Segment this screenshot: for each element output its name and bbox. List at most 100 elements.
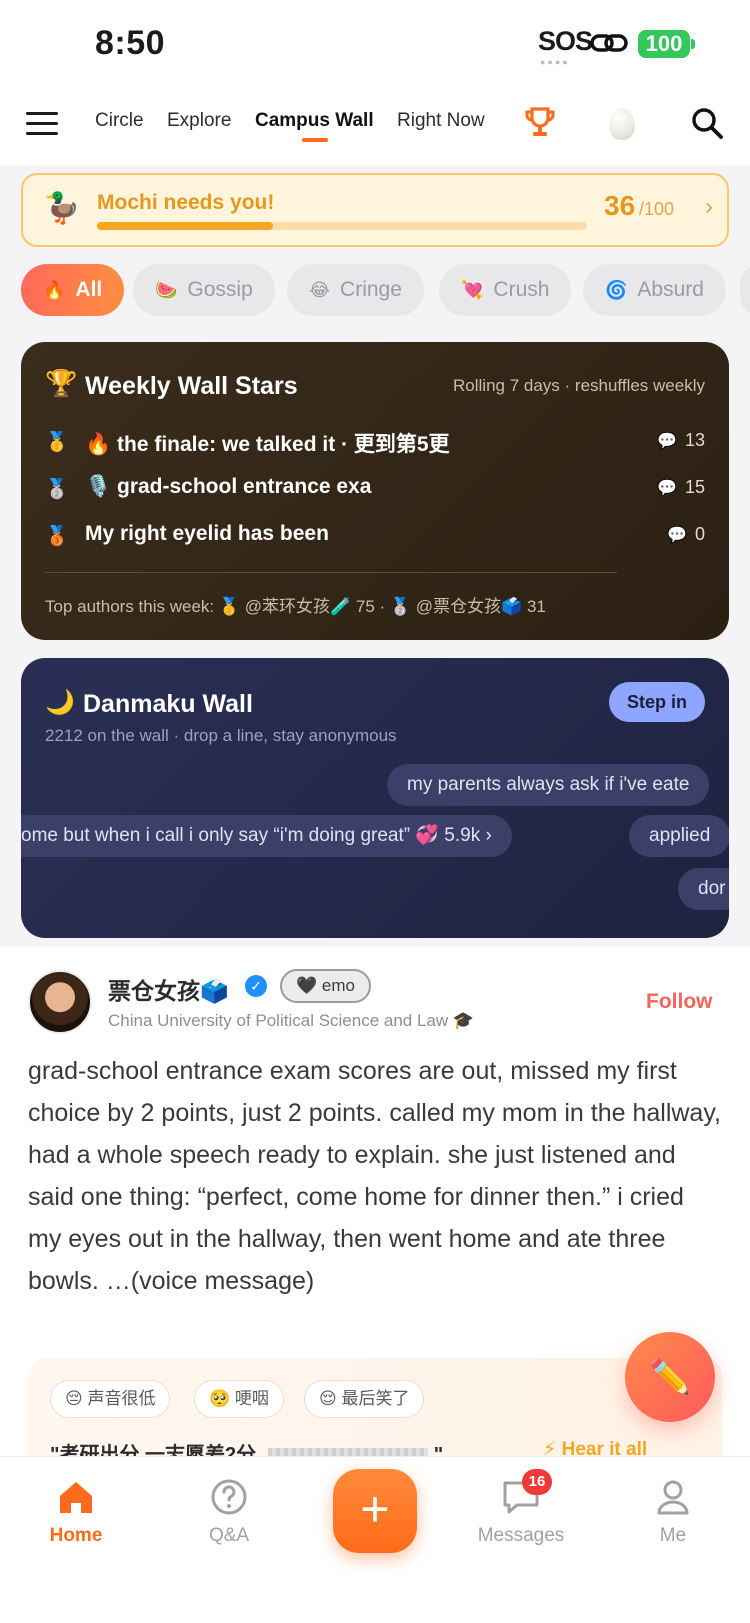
- comment-count: 💬 13: [657, 430, 705, 451]
- heart-arrow-icon: 💘: [461, 280, 484, 300]
- moon-icon: 🌙: [45, 689, 75, 716]
- add-post-button[interactable]: +: [333, 1469, 417, 1553]
- category-chip-absurd[interactable]: 🌀 Absurd: [583, 264, 726, 316]
- weekly-stars-title: Weekly Wall Stars: [85, 372, 298, 400]
- nav-home[interactable]: Home: [16, 1477, 136, 1547]
- comment-bubble-icon: 💬: [657, 433, 677, 450]
- chip-label: Gossip: [187, 278, 253, 301]
- chip-label: Absurd: [637, 278, 704, 301]
- danmaku-message[interactable]: applied: [629, 815, 729, 857]
- post-body[interactable]: grad-school entrance exam scores are out…: [28, 1050, 724, 1302]
- star-post-text: My right eyelid has been: [85, 522, 329, 545]
- nav-me[interactable]: Me: [613, 1477, 733, 1547]
- microphone-icon: 🎙️: [85, 475, 112, 498]
- question-circle-icon: [211, 1479, 247, 1515]
- weekly-wall-stars-card[interactable]: 🏆 Weekly Wall Stars Rolling 7 days · res…: [21, 342, 729, 640]
- danmaku-message[interactable]: ome but when i call i only say “i'm doin…: [21, 815, 512, 857]
- chip-label: All: [75, 278, 103, 301]
- laughing-icon: 😂: [309, 280, 331, 300]
- weekly-stars-subtitle: Rolling 7 days · reshuffles weekly: [453, 376, 705, 395]
- egg-icon[interactable]: [609, 108, 635, 140]
- active-tab-indicator: [302, 138, 328, 142]
- trophy-icon: 🏆: [45, 368, 78, 398]
- tab-campus-wall[interactable]: Campus Wall: [255, 110, 374, 132]
- author-school: China University of Political Science an…: [108, 1011, 475, 1030]
- comment-bubble-icon: 💬: [657, 480, 677, 497]
- tab-right-now[interactable]: Right Now: [397, 110, 485, 132]
- divider: [45, 572, 617, 573]
- voice-mood-chip[interactable]: 🥺 哽咽: [194, 1380, 284, 1418]
- star-post-text: grad-school entrance exa: [117, 475, 372, 498]
- danmaku-wall-card[interactable]: 🌙 Danmaku Wall 2212 on the wall · drop a…: [21, 658, 729, 938]
- spiral-icon: 🌀: [605, 280, 628, 300]
- sos-indicator: SOS: [538, 26, 593, 56]
- battery-tip: [691, 39, 695, 49]
- star-post-text: the finale: we talked it · 更到第5更: [117, 433, 450, 456]
- fire-icon: 🔥: [85, 433, 112, 456]
- voice-mood-chip[interactable]: 😌 最后笑了: [304, 1380, 425, 1418]
- signal-dots-icon: ●●●●: [540, 57, 570, 67]
- tab-explore[interactable]: Explore: [167, 110, 231, 132]
- mochi-count: 36: [604, 190, 636, 221]
- category-chip-cringe[interactable]: 😂 Cringe: [287, 264, 424, 316]
- danmaku-message[interactable]: my parents always ask if i've eate: [387, 764, 710, 806]
- mochi-total: /100: [639, 199, 675, 219]
- tab-circle[interactable]: Circle: [95, 110, 144, 132]
- bronze-medal-icon: 🥉: [45, 526, 69, 547]
- chip-label: Cringe: [340, 278, 402, 301]
- link-icon: [590, 34, 628, 52]
- fire-icon: 🔥: [43, 280, 66, 300]
- star-post-title: 🔥 the finale: we talked it · 更到第5更: [85, 428, 450, 458]
- mood-tag[interactable]: 🖤 emo: [280, 969, 371, 1003]
- author-name[interactable]: 票仓女孩🗳️: [108, 972, 229, 1006]
- comment-count-value: 0: [694, 524, 705, 544]
- danmaku-message[interactable]: dor: [678, 868, 729, 910]
- bottom-nav: Home Q&A + Messages 16 Me: [0, 1456, 750, 1623]
- mochi-progress-banner[interactable]: 🦆 Mochi needs you! 36 /100 ›: [21, 173, 729, 247]
- chip-label: Crush: [493, 278, 550, 301]
- star-row[interactable]: 🥈 🎙️ grad-school entrance exa 💬 15: [45, 475, 705, 505]
- voice-mood-chip[interactable]: 😔 声音很低: [50, 1380, 171, 1418]
- comment-count-value: 13: [684, 430, 705, 450]
- danmaku-title: Danmaku Wall: [83, 690, 253, 718]
- star-row[interactable]: 🥉 My right eyelid has been 💬 0: [45, 522, 705, 552]
- nav-messages[interactable]: Messages: [461, 1477, 581, 1547]
- comment-count: 💬 15: [657, 477, 705, 498]
- nav-label: Me: [659, 1525, 687, 1546]
- nav-qa[interactable]: Q&A: [169, 1477, 289, 1547]
- messages-unread-badge: 16: [522, 1469, 552, 1495]
- gold-medal-icon: 🥇: [45, 432, 69, 453]
- author-avatar[interactable]: [28, 970, 92, 1034]
- category-chip-gossip[interactable]: 🍉 Gossip: [133, 264, 275, 316]
- pencil-icon[interactable]: ✏️: [625, 1332, 715, 1422]
- follow-button[interactable]: Follow: [646, 990, 713, 1014]
- battery-indicator: 100: [638, 30, 690, 58]
- mochi-progress-bar: [97, 222, 587, 230]
- step-in-button[interactable]: Step in: [608, 682, 705, 722]
- comment-bubble-icon: 💬: [667, 527, 687, 544]
- nav-label: Home: [49, 1525, 103, 1546]
- star-row[interactable]: 🥇 🔥 the finale: we talked it · 更到第5更 💬 13: [45, 428, 705, 458]
- star-post-title: 🎙️ grad-school entrance exa: [85, 475, 371, 499]
- top-authors-line: Top authors this week: 🥇 @苯环女孩🧪 75 · 🥈 @…: [45, 597, 546, 616]
- verified-check-icon: ✓: [245, 975, 267, 997]
- home-icon: [60, 1482, 92, 1513]
- search-icon[interactable]: [690, 106, 724, 140]
- top-nav: Circle Explore Campus Wall Right Now: [0, 88, 750, 166]
- chevron-right-icon: ›: [705, 193, 713, 220]
- danmaku-subtitle: 2212 on the wall · drop a line, stay ano…: [45, 726, 397, 745]
- trophy-icon[interactable]: [524, 106, 556, 140]
- nav-label: Messages: [477, 1525, 565, 1546]
- silver-medal-icon: 🥈: [45, 479, 69, 500]
- user-icon: [657, 1480, 689, 1515]
- category-chip-all[interactable]: 🔥 All: [21, 264, 125, 316]
- duck-icon: 🦆: [43, 192, 81, 225]
- status-time: 8:50: [95, 24, 166, 62]
- mochi-progress-fill: [97, 222, 274, 230]
- hamburger-menu-icon[interactable]: [26, 112, 58, 138]
- comment-count-value: 15: [684, 477, 705, 497]
- comment-count: 💬 0: [667, 524, 705, 545]
- status-bar: 8:50 SOS ●●●● 100: [0, 0, 750, 88]
- category-chip-crush[interactable]: 💘 Crush: [439, 264, 572, 316]
- nav-label: Q&A: [208, 1525, 250, 1546]
